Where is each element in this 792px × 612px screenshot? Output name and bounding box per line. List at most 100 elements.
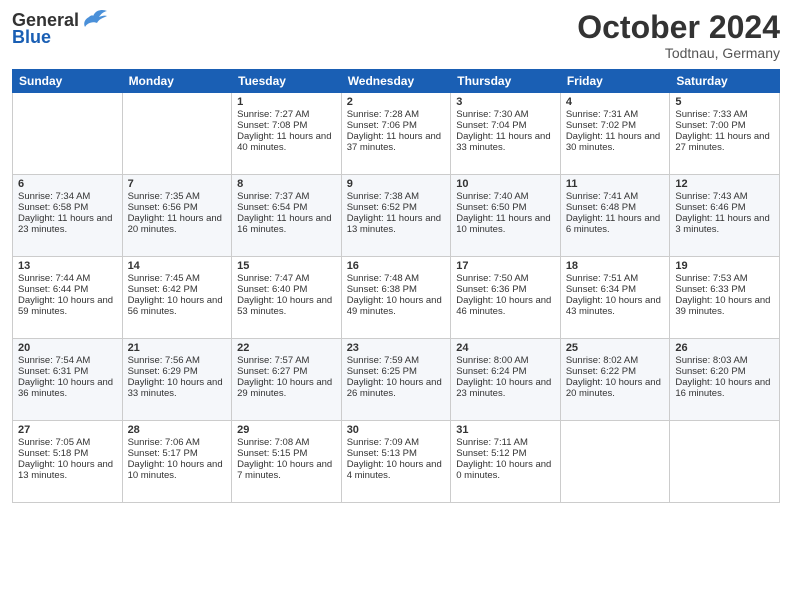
sunrise-text: Sunrise: 7:06 AM: [128, 437, 227, 448]
daylight-text: Daylight: 11 hours and 6 minutes.: [566, 213, 665, 235]
calendar-cell-2-7: 12Sunrise: 7:43 AMSunset: 6:46 PMDayligh…: [670, 175, 780, 257]
logo: General Blue: [12, 10, 109, 48]
daylight-text: Daylight: 10 hours and 36 minutes.: [18, 377, 117, 399]
daylight-text: Daylight: 11 hours and 3 minutes.: [675, 213, 774, 235]
daylight-text: Daylight: 11 hours and 30 minutes.: [566, 131, 665, 153]
calendar-cell-1-6: 4Sunrise: 7:31 AMSunset: 7:02 PMDaylight…: [560, 93, 670, 175]
sunrise-text: Sunrise: 7:09 AM: [347, 437, 446, 448]
day-number: 29: [237, 424, 336, 436]
day-number: 31: [456, 424, 555, 436]
calendar-cell-3-6: 18Sunrise: 7:51 AMSunset: 6:34 PMDayligh…: [560, 257, 670, 339]
daylight-text: Daylight: 10 hours and 59 minutes.: [18, 295, 117, 317]
sunset-text: Sunset: 6:36 PM: [456, 284, 555, 295]
day-number: 3: [456, 96, 555, 108]
sunrise-text: Sunrise: 7:51 AM: [566, 273, 665, 284]
calendar-cell-1-5: 3Sunrise: 7:30 AMSunset: 7:04 PMDaylight…: [451, 93, 561, 175]
sunrise-text: Sunrise: 7:41 AM: [566, 191, 665, 202]
sunrise-text: Sunrise: 7:34 AM: [18, 191, 117, 202]
sunset-text: Sunset: 6:29 PM: [128, 366, 227, 377]
daylight-text: Daylight: 11 hours and 37 minutes.: [347, 131, 446, 153]
sunset-text: Sunset: 5:17 PM: [128, 448, 227, 459]
day-number: 30: [347, 424, 446, 436]
day-number: 2: [347, 96, 446, 108]
calendar-cell-1-1: [13, 93, 123, 175]
calendar-cell-1-7: 5Sunrise: 7:33 AMSunset: 7:00 PMDaylight…: [670, 93, 780, 175]
day-number: 18: [566, 260, 665, 272]
daylight-text: Daylight: 11 hours and 20 minutes.: [128, 213, 227, 235]
calendar-week-4: 20Sunrise: 7:54 AMSunset: 6:31 PMDayligh…: [13, 339, 780, 421]
daylight-text: Daylight: 11 hours and 10 minutes.: [456, 213, 555, 235]
daylight-text: Daylight: 11 hours and 40 minutes.: [237, 131, 336, 153]
calendar-cell-4-5: 24Sunrise: 8:00 AMSunset: 6:24 PMDayligh…: [451, 339, 561, 421]
day-number: 12: [675, 178, 774, 190]
sunrise-text: Sunrise: 7:48 AM: [347, 273, 446, 284]
day-number: 15: [237, 260, 336, 272]
sunrise-text: Sunrise: 7:38 AM: [347, 191, 446, 202]
sunset-text: Sunset: 5:15 PM: [237, 448, 336, 459]
calendar-cell-2-1: 6Sunrise: 7:34 AMSunset: 6:58 PMDaylight…: [13, 175, 123, 257]
day-header-thursday: Thursday: [451, 70, 561, 93]
calendar-cell-2-4: 9Sunrise: 7:38 AMSunset: 6:52 PMDaylight…: [341, 175, 451, 257]
sunset-text: Sunset: 6:44 PM: [18, 284, 117, 295]
sunset-text: Sunset: 5:13 PM: [347, 448, 446, 459]
sunrise-text: Sunrise: 7:11 AM: [456, 437, 555, 448]
calendar-cell-4-2: 21Sunrise: 7:56 AMSunset: 6:29 PMDayligh…: [122, 339, 232, 421]
calendar-cell-2-5: 10Sunrise: 7:40 AMSunset: 6:50 PMDayligh…: [451, 175, 561, 257]
daylight-text: Daylight: 10 hours and 4 minutes.: [347, 459, 446, 481]
sunrise-text: Sunrise: 7:35 AM: [128, 191, 227, 202]
daylight-text: Daylight: 11 hours and 16 minutes.: [237, 213, 336, 235]
sunset-text: Sunset: 6:34 PM: [566, 284, 665, 295]
calendar-week-2: 6Sunrise: 7:34 AMSunset: 6:58 PMDaylight…: [13, 175, 780, 257]
sunrise-text: Sunrise: 7:27 AM: [237, 109, 336, 120]
daylight-text: Daylight: 10 hours and 49 minutes.: [347, 295, 446, 317]
sunrise-text: Sunrise: 8:03 AM: [675, 355, 774, 366]
day-number: 19: [675, 260, 774, 272]
sunset-text: Sunset: 6:25 PM: [347, 366, 446, 377]
month-title: October 2024: [577, 10, 780, 45]
calendar-cell-5-3: 29Sunrise: 7:08 AMSunset: 5:15 PMDayligh…: [232, 421, 342, 503]
sunset-text: Sunset: 6:40 PM: [237, 284, 336, 295]
logo-bird-icon: [81, 9, 109, 31]
sunset-text: Sunset: 7:00 PM: [675, 120, 774, 131]
sunset-text: Sunset: 7:04 PM: [456, 120, 555, 131]
sunset-text: Sunset: 6:52 PM: [347, 202, 446, 213]
daylight-text: Daylight: 11 hours and 27 minutes.: [675, 131, 774, 153]
day-number: 8: [237, 178, 336, 190]
sunrise-text: Sunrise: 7:59 AM: [347, 355, 446, 366]
calendar-cell-4-7: 26Sunrise: 8:03 AMSunset: 6:20 PMDayligh…: [670, 339, 780, 421]
day-number: 25: [566, 342, 665, 354]
sunset-text: Sunset: 7:06 PM: [347, 120, 446, 131]
sunset-text: Sunset: 5:18 PM: [18, 448, 117, 459]
sunrise-text: Sunrise: 8:00 AM: [456, 355, 555, 366]
day-number: 27: [18, 424, 117, 436]
sunset-text: Sunset: 6:27 PM: [237, 366, 336, 377]
calendar-header-row: SundayMondayTuesdayWednesdayThursdayFrid…: [13, 70, 780, 93]
sunrise-text: Sunrise: 7:08 AM: [237, 437, 336, 448]
sunset-text: Sunset: 5:12 PM: [456, 448, 555, 459]
day-number: 1: [237, 96, 336, 108]
day-header-tuesday: Tuesday: [232, 70, 342, 93]
day-number: 5: [675, 96, 774, 108]
calendar-cell-5-2: 28Sunrise: 7:06 AMSunset: 5:17 PMDayligh…: [122, 421, 232, 503]
sunset-text: Sunset: 6:31 PM: [18, 366, 117, 377]
day-number: 4: [566, 96, 665, 108]
sunrise-text: Sunrise: 7:45 AM: [128, 273, 227, 284]
day-number: 14: [128, 260, 227, 272]
daylight-text: Daylight: 10 hours and 10 minutes.: [128, 459, 227, 481]
sunset-text: Sunset: 6:42 PM: [128, 284, 227, 295]
sunrise-text: Sunrise: 7:43 AM: [675, 191, 774, 202]
day-number: 11: [566, 178, 665, 190]
calendar-cell-3-2: 14Sunrise: 7:45 AMSunset: 6:42 PMDayligh…: [122, 257, 232, 339]
day-header-wednesday: Wednesday: [341, 70, 451, 93]
daylight-text: Daylight: 10 hours and 16 minutes.: [675, 377, 774, 399]
calendar-cell-1-2: [122, 93, 232, 175]
sunrise-text: Sunrise: 7:28 AM: [347, 109, 446, 120]
day-header-saturday: Saturday: [670, 70, 780, 93]
calendar-week-5: 27Sunrise: 7:05 AMSunset: 5:18 PMDayligh…: [13, 421, 780, 503]
day-number: 6: [18, 178, 117, 190]
sunset-text: Sunset: 6:24 PM: [456, 366, 555, 377]
sunset-text: Sunset: 6:56 PM: [128, 202, 227, 213]
calendar-cell-3-5: 17Sunrise: 7:50 AMSunset: 6:36 PMDayligh…: [451, 257, 561, 339]
sunset-text: Sunset: 6:48 PM: [566, 202, 665, 213]
daylight-text: Daylight: 10 hours and 39 minutes.: [675, 295, 774, 317]
